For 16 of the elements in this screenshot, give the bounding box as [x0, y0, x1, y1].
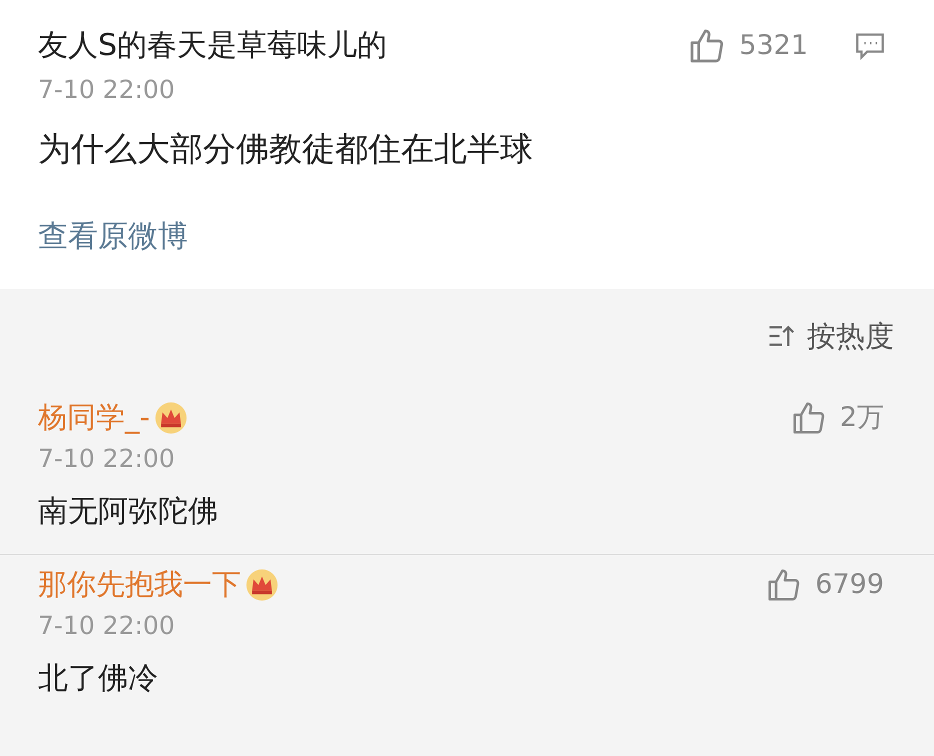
post-time: 7-10 22:00 — [38, 74, 176, 106]
like-count: 6799 — [815, 568, 884, 602]
comment-time: 7-10 22:00 — [38, 442, 176, 474]
comment-text: 南无阿弥陀佛 — [38, 493, 219, 531]
comment-author[interactable]: 那你先抱我一下 — [38, 563, 241, 606]
comment-text: 北了佛冷 — [38, 660, 159, 698]
like-count: 2万 — [840, 400, 884, 434]
crown-badge-icon — [154, 400, 188, 435]
comment-time: 7-10 22:00 — [38, 610, 176, 642]
sort-button[interactable]: 按热度 — [807, 314, 894, 358]
comment-author[interactable]: 杨同学_- — [38, 396, 150, 440]
crown-badge-icon — [245, 568, 279, 602]
post-author: 友人S的春天是草莓味儿的 — [38, 27, 388, 65]
post-text: 为什么大部分佛教徒都住在北半球 — [38, 128, 534, 170]
like-count: 5321 — [739, 29, 808, 63]
view-original-link[interactable]: 查看原微博 — [38, 214, 896, 258]
